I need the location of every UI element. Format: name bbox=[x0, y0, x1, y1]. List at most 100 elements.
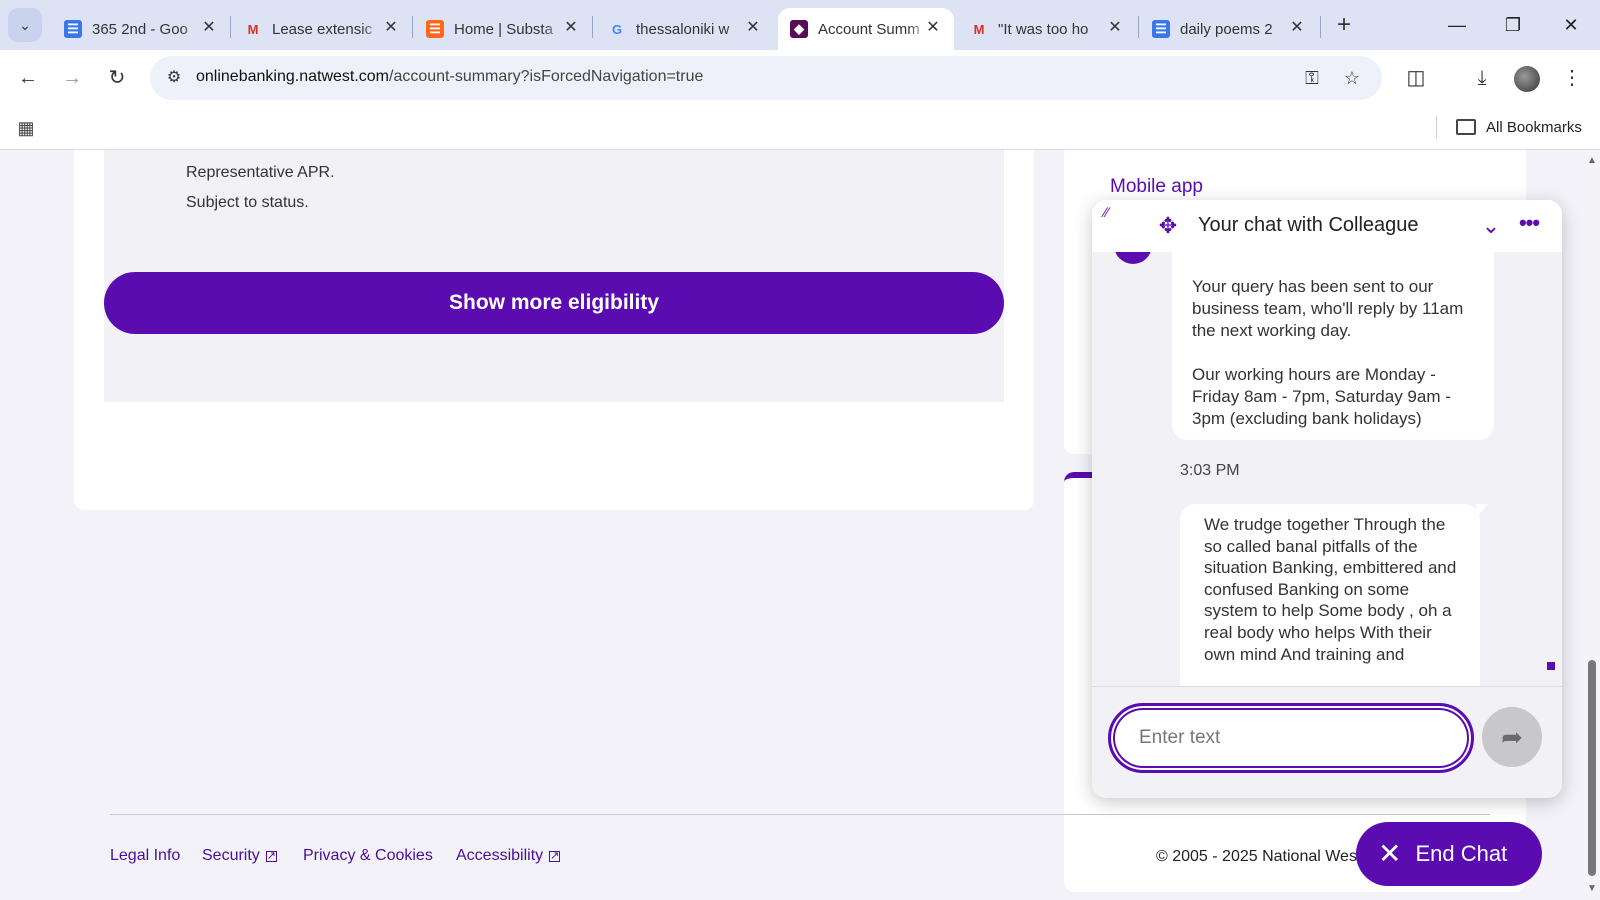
agent-message-text: Your query has been sent to our business… bbox=[1192, 277, 1464, 340]
forward-arrow-icon[interactable]: → bbox=[56, 62, 88, 94]
google-docs-icon: ☰ bbox=[1152, 20, 1170, 38]
folder-icon bbox=[1456, 119, 1476, 135]
scroll-up-arrow-icon[interactable]: ▲ bbox=[1587, 156, 1597, 166]
tab-separator bbox=[1138, 16, 1139, 38]
footer-link-label: Legal Info bbox=[110, 847, 181, 864]
tab-separator bbox=[230, 16, 231, 38]
restore-window-button[interactable]: ❐ bbox=[1498, 10, 1528, 40]
tab-title: Lease extensic bbox=[272, 20, 373, 38]
browser-tab-strip: ⌄ ☰ 365 2nd - Goo ✕ M Lease extensic ✕ ☰… bbox=[0, 0, 1600, 50]
send-icon[interactable]: ➦ bbox=[1482, 707, 1542, 767]
google-icon: G bbox=[611, 21, 623, 37]
user-message-bubble: We trudge together Through the so called… bbox=[1180, 504, 1480, 686]
agent-message-text: Our working hours are Monday - Friday 8a… bbox=[1192, 365, 1451, 428]
close-icon[interactable]: ✕ bbox=[382, 19, 400, 37]
close-icon[interactable]: ✕ bbox=[744, 19, 762, 37]
mobile-app-link[interactable]: Mobile app bbox=[1110, 176, 1203, 198]
all-bookmarks-label: All Bookmarks bbox=[1486, 118, 1582, 136]
browser-tab-7[interactable]: ☰ daily poems 2 ✕ bbox=[1140, 8, 1318, 50]
password-key-icon[interactable]: ⚿ bbox=[1300, 66, 1324, 90]
chat-title: Your chat with Colleague bbox=[1198, 214, 1419, 236]
download-icon[interactable]: ⤓ bbox=[1466, 62, 1498, 94]
end-chat-label: End Chat bbox=[1415, 841, 1508, 866]
scrollbar-thumb[interactable] bbox=[1588, 660, 1596, 876]
footer-link-legal[interactable]: Legal Info bbox=[110, 847, 180, 865]
address-bar[interactable]: ⚙ onlinebanking.natwest.com/account-summ… bbox=[150, 56, 1382, 100]
chevron-down-icon: ⌄ bbox=[19, 16, 31, 33]
gmail-icon: M bbox=[247, 21, 259, 37]
google-docs-icon: ☰ bbox=[64, 20, 82, 38]
status-text: Subject to status. bbox=[186, 194, 309, 211]
close-icon[interactable]: ✕ bbox=[1106, 19, 1124, 37]
browser-tab-1[interactable]: ☰ 365 2nd - Goo ✕ bbox=[52, 8, 230, 50]
tab-separator bbox=[1320, 16, 1321, 38]
end-chat-button[interactable]: ✕ End Chat bbox=[1356, 822, 1542, 886]
tab-title: Account Summ bbox=[818, 20, 920, 38]
footer-link-privacy[interactable]: Privacy & Cookies bbox=[303, 847, 433, 865]
bookmark-star-icon[interactable]: ☆ bbox=[1340, 66, 1364, 90]
profile-avatar[interactable] bbox=[1514, 66, 1540, 92]
scroll-down-arrow-icon[interactable]: ▼ bbox=[1587, 884, 1597, 894]
tab-title: Home | Substa bbox=[454, 20, 553, 38]
tab-separator bbox=[412, 16, 413, 38]
back-arrow-icon[interactable]: ← bbox=[12, 62, 44, 94]
new-tab-button[interactable]: + bbox=[1330, 12, 1358, 40]
close-icon[interactable]: ✕ bbox=[924, 19, 942, 37]
chat-widget: ∕∕ ✥ Your chat with Colleague ⌄ ••• Your… bbox=[1092, 200, 1562, 798]
copyright-text: © 2005 - 2025 National Wes bbox=[1156, 848, 1357, 865]
minimize-chevron-icon[interactable]: ⌄ bbox=[1476, 212, 1506, 240]
bookmarks-bar: ▦ All Bookmarks bbox=[0, 106, 1600, 150]
natwest-icon: ◆ bbox=[790, 20, 808, 38]
close-window-button[interactable]: ✕ bbox=[1556, 10, 1586, 40]
move-icon[interactable]: ✥ bbox=[1154, 212, 1182, 240]
more-options-icon[interactable]: ••• bbox=[1512, 212, 1546, 240]
bookmarks-separator bbox=[1436, 116, 1437, 138]
footer-divider bbox=[110, 814, 1490, 815]
show-more-eligibility-button[interactable]: Show more eligibility bbox=[104, 272, 1004, 334]
close-icon[interactable]: ✕ bbox=[562, 19, 580, 37]
message-timestamp: 3:03 PM bbox=[1180, 462, 1240, 479]
browser-tab-3[interactable]: ☰ Home | Substa ✕ bbox=[414, 8, 592, 50]
external-link-icon: ↗ bbox=[549, 849, 561, 862]
agent-avatar bbox=[1114, 252, 1152, 264]
browser-tab-6[interactable]: M "It was too ho ✕ bbox=[958, 8, 1136, 50]
chat-scroll-indicator bbox=[1547, 662, 1555, 670]
substack-icon: ☰ bbox=[426, 20, 444, 38]
footer-link-security[interactable]: Security ↗ bbox=[202, 847, 277, 865]
close-icon[interactable]: ✕ bbox=[200, 19, 218, 37]
url-text[interactable]: onlinebanking.natwest.com/account-summar… bbox=[196, 68, 703, 86]
chat-message-input[interactable] bbox=[1108, 703, 1474, 773]
footer-link-accessibility[interactable]: Accessibility ↗ bbox=[456, 847, 561, 865]
close-icon[interactable]: ✕ bbox=[1288, 19, 1306, 37]
site-info-icon[interactable]: ⚙ bbox=[162, 66, 186, 90]
page-scrollbar[interactable]: ▲ ▼ bbox=[1584, 150, 1600, 900]
footer-link-label: Privacy & Cookies bbox=[303, 847, 433, 864]
tab-title: thessaloniki w bbox=[636, 20, 730, 38]
user-bubble-tail bbox=[1476, 504, 1488, 518]
user-message-text: We trudge together Through the so called… bbox=[1204, 515, 1457, 664]
tab-separator bbox=[592, 16, 593, 38]
tab-title: "It was too ho bbox=[998, 20, 1089, 38]
chat-messages[interactable]: Your query has been sent to our business… bbox=[1092, 252, 1562, 686]
tab-search-button[interactable]: ⌄ bbox=[8, 8, 42, 42]
browser-toolbar: ← → ↻ ⚙ onlinebanking.natwest.com/accoun… bbox=[0, 50, 1600, 106]
footer-link-label: Security bbox=[202, 847, 260, 864]
tab-title: 365 2nd - Goo bbox=[92, 20, 188, 38]
external-link-icon: ↗ bbox=[265, 849, 277, 862]
resize-handle-icon[interactable]: ∕∕ bbox=[1104, 204, 1120, 220]
footer-link-label: Accessibility bbox=[456, 847, 544, 864]
apr-text: Representative APR. bbox=[186, 164, 335, 181]
menu-kebab-icon[interactable]: ⋮ bbox=[1556, 62, 1588, 94]
apps-grid-icon[interactable]: ▦ bbox=[14, 116, 38, 140]
browser-tab-2[interactable]: M Lease extensic ✕ bbox=[232, 8, 412, 50]
browser-tab-5-active[interactable]: ◆ Account Summ ✕ bbox=[778, 8, 954, 50]
reload-icon[interactable]: ↻ bbox=[101, 62, 133, 94]
url-host: onlinebanking.natwest.com bbox=[196, 68, 390, 85]
minimize-window-button[interactable]: — bbox=[1442, 10, 1472, 40]
browser-tab-4[interactable]: G thessaloniki w ✕ bbox=[596, 8, 774, 50]
close-icon: ✕ bbox=[1378, 838, 1402, 869]
chat-header: ∕∕ ✥ Your chat with Colleague ⌄ ••• bbox=[1092, 200, 1562, 252]
all-bookmarks-button[interactable]: All Bookmarks bbox=[1456, 114, 1582, 140]
extensions-icon[interactable]: ◫ bbox=[1400, 62, 1432, 94]
agent-message-bubble: Your query has been sent to our business… bbox=[1172, 252, 1494, 440]
